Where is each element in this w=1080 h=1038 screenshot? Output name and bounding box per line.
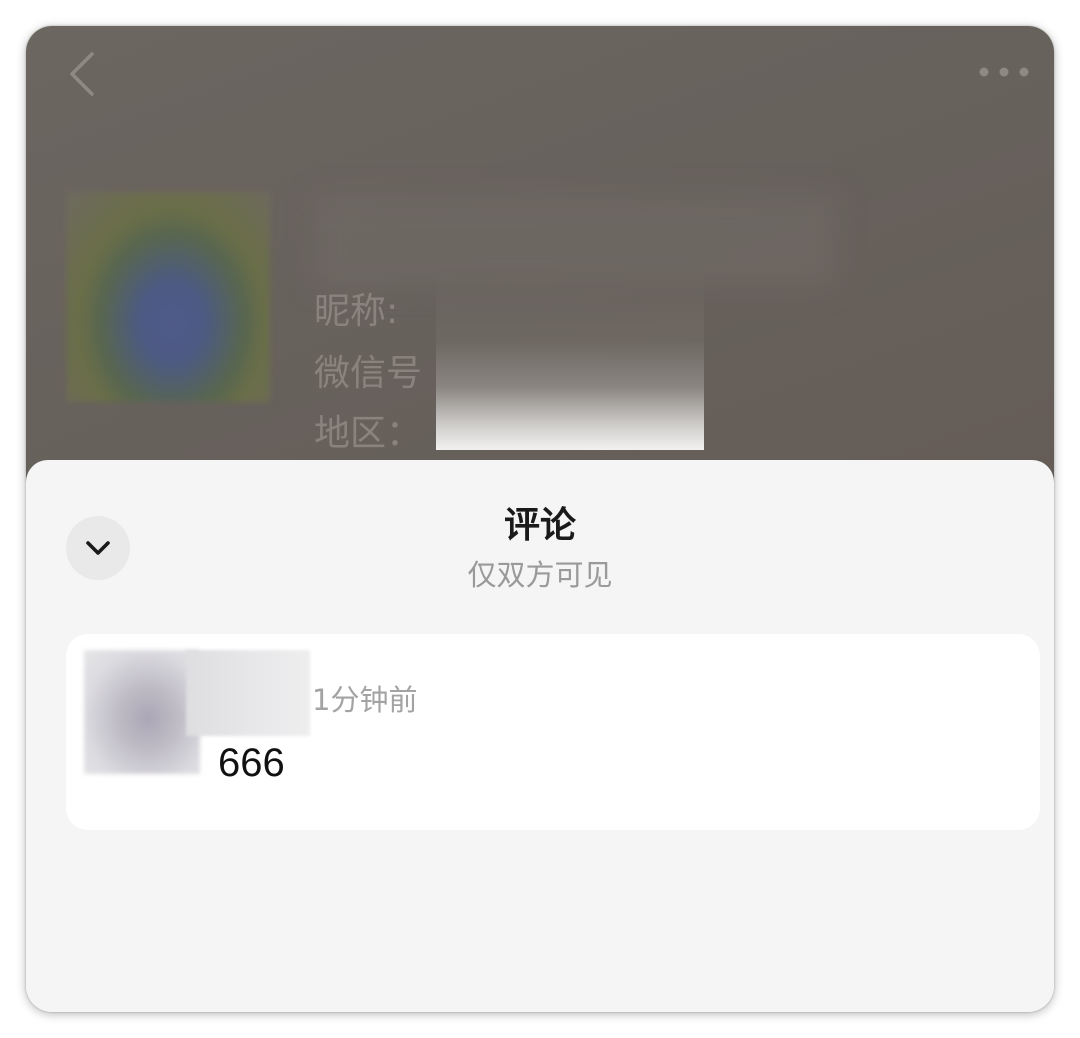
- comment-text: 666: [218, 741, 285, 785]
- chevron-left-icon[interactable]: [64, 50, 100, 98]
- commenter-name-redacted: [186, 650, 310, 736]
- wechat-id-label: 微信号: [314, 353, 423, 394]
- sheet-subtitle: 仅双方可见: [467, 558, 613, 592]
- sheet-title: 评论: [503, 505, 576, 546]
- comments-sheet: 评论 仅双方可见 1分钟前 666: [26, 460, 1054, 1012]
- profile-header-dimmed: 昵称: 微信号 地区：: [26, 26, 1054, 496]
- nickname-label: 昵称:: [314, 291, 399, 332]
- app-window: 昵称: 微信号 地区： 评论 仅双方可见 1分钟前 666: [26, 26, 1054, 1012]
- more-dots-icon[interactable]: [978, 64, 1030, 80]
- commenter-avatar-blurred[interactable]: [84, 650, 200, 774]
- comment-time: 1分钟前: [312, 683, 418, 717]
- redacted-profile-info: [436, 270, 704, 450]
- comment-item[interactable]: 1分钟前 666: [66, 634, 1040, 830]
- region-label: 地区：: [314, 413, 423, 454]
- profile-avatar-blurred: [66, 192, 270, 402]
